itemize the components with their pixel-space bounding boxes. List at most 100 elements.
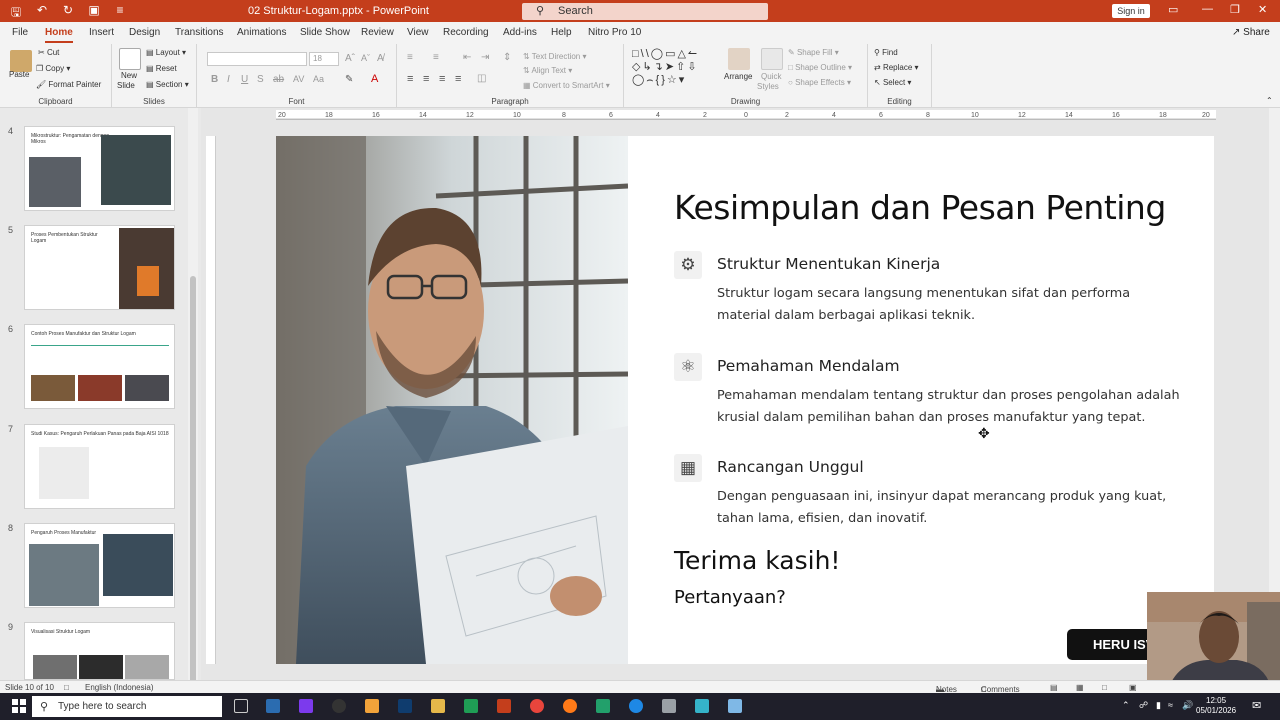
collapse-ribbon-icon[interactable]: ⌃ xyxy=(1266,96,1273,105)
tray-network-icon[interactable]: ☍ xyxy=(1139,700,1148,711)
scrollbar-thumb[interactable] xyxy=(190,276,196,686)
tab-design[interactable]: Design xyxy=(129,27,160,38)
numbering-icon[interactable]: ≡ xyxy=(433,52,439,63)
item-heading[interactable]: Struktur Menentukan Kinerja xyxy=(717,255,940,273)
reading-view-icon[interactable]: □ xyxy=(1102,683,1107,692)
layout-button[interactable]: ▤ Layout ▾ xyxy=(146,48,186,57)
new-slide-label-2[interactable]: Slide xyxy=(117,81,135,90)
firefox-app-icon[interactable] xyxy=(563,699,577,713)
convert-smartart-button[interactable]: ▦ Convert to SmartArt ▾ xyxy=(523,81,610,90)
slide-thumbnail-6[interactable]: Contoh Proses Manufaktur dan Struktur Lo… xyxy=(24,324,175,409)
slide-thumbnail-8[interactable]: Pengaruh Proses Manufaktur xyxy=(24,523,175,608)
accessibility-icon[interactable]: □ xyxy=(64,683,69,692)
tray-volume-icon[interactable]: 🔊 xyxy=(1182,700,1193,711)
tab-insert[interactable]: Insert xyxy=(89,27,114,38)
underline-icon[interactable]: U xyxy=(241,74,248,85)
quick-styles-icon[interactable] xyxy=(761,48,783,70)
tab-review[interactable]: Review xyxy=(361,27,394,38)
shape-outline-button[interactable]: □ Shape Outline ▾ xyxy=(788,63,852,72)
section-button[interactable]: ▤ Section ▾ xyxy=(146,80,189,89)
item-heading[interactable]: Pemahaman Mendalam xyxy=(717,357,900,375)
line-spacing-icon[interactable]: ⇕ xyxy=(503,52,511,63)
copy-button[interactable]: ❐ Copy ▾ xyxy=(36,64,70,73)
char-spacing-icon[interactable]: AV xyxy=(293,74,304,84)
cut-button[interactable]: ✂ Cut xyxy=(38,48,59,57)
justify-icon[interactable]: ≡ xyxy=(455,73,461,85)
tab-transitions[interactable]: Transitions xyxy=(175,27,224,38)
redo-icon[interactable]: ↻ xyxy=(60,3,76,24)
shape-fill-button[interactable]: ✎ Shape Fill ▾ xyxy=(788,48,839,57)
bold-icon[interactable]: B xyxy=(211,74,218,85)
reset-button[interactable]: ▤ Reset xyxy=(146,64,177,73)
slideshow-view-icon[interactable]: ▣ xyxy=(1129,683,1137,692)
paste-icon[interactable] xyxy=(10,50,32,72)
slide-sorter-icon[interactable]: ▦ xyxy=(1076,683,1084,692)
format-painter-button[interactable]: 🖌 Format Painter xyxy=(36,80,101,89)
questions-text[interactable]: Pertanyaan? xyxy=(674,587,786,608)
tab-slide-show[interactable]: Slide Show xyxy=(300,27,350,38)
new-slide-label[interactable]: New xyxy=(121,71,137,80)
text-direction-button[interactable]: ⇅ Text Direction ▾ xyxy=(523,52,587,61)
item-body[interactable]: Pemahaman mendalam tentang struktur dan … xyxy=(717,385,1187,428)
present-icon[interactable]: ▣ xyxy=(86,3,102,24)
item-body[interactable]: Dengan penguasaan ini, insinyur dapat me… xyxy=(717,486,1187,529)
highlight-icon[interactable]: ✎ xyxy=(345,74,353,85)
bullets-icon[interactable]: ≡ xyxy=(407,52,413,63)
slide-thumbnail-5[interactable]: Proses Pembentukan Struktur Logam xyxy=(24,225,175,310)
tab-home[interactable]: Home xyxy=(45,27,73,43)
utility-app-icon[interactable] xyxy=(662,699,676,713)
taskbar-search[interactable]: ⚲ Type here to search xyxy=(32,696,222,717)
recorder-app-icon[interactable] xyxy=(332,699,346,713)
app-icon[interactable] xyxy=(695,699,709,713)
thumbnail-scrollbar[interactable] xyxy=(188,108,198,686)
slide-thumbnail-9[interactable]: Visualisasi Struktur Logam xyxy=(24,622,175,680)
tray-battery-icon[interactable]: ▮ xyxy=(1156,700,1161,711)
align-center-icon[interactable]: ≡ xyxy=(423,73,429,85)
arrange-icon[interactable] xyxy=(728,48,750,70)
font-size-box[interactable]: 18 xyxy=(309,52,339,66)
columns-icon[interactable]: ◫ xyxy=(477,73,486,84)
italic-icon[interactable]: I xyxy=(227,74,230,85)
minimize-icon[interactable]: — xyxy=(1202,3,1213,15)
chrome-app-icon[interactable] xyxy=(530,699,544,713)
tray-wifi-icon[interactable]: ≈ xyxy=(1168,700,1173,710)
quick-styles-label[interactable]: Quick xyxy=(761,72,781,81)
quick-styles-label-2[interactable]: Styles xyxy=(757,82,779,91)
new-slide-icon[interactable] xyxy=(119,48,141,70)
maximize-icon[interactable]: ❐ xyxy=(1230,3,1240,16)
tab-view[interactable]: View xyxy=(407,27,429,38)
green-app-icon[interactable] xyxy=(596,699,610,713)
tab-file[interactable]: File xyxy=(12,27,28,38)
photoshop-app-icon[interactable] xyxy=(398,699,412,713)
search-box[interactable]: ⚲ Search xyxy=(522,3,768,20)
shrink-font-icon[interactable]: Aˇ xyxy=(361,53,370,63)
tab-help[interactable]: Help xyxy=(551,27,572,38)
windows-start-icon[interactable] xyxy=(12,699,26,713)
file-explorer-icon[interactable] xyxy=(431,699,445,713)
save-icon[interactable]: 🖫 xyxy=(8,3,24,24)
illustrator-app-icon[interactable] xyxy=(365,699,379,713)
powerpoint-app-icon[interactable] xyxy=(497,699,511,713)
thank-you-text[interactable]: Terima kasih! xyxy=(674,546,840,575)
ribbon-display-icon[interactable]: ▭ xyxy=(1168,3,1178,16)
notification-icon[interactable]: ✉ xyxy=(1252,699,1261,712)
obsidian-app-icon[interactable] xyxy=(299,699,313,713)
shape-effects-button[interactable]: ○ Shape Effects ▾ xyxy=(788,78,851,87)
font-name-box[interactable] xyxy=(207,52,307,66)
current-slide[interactable]: Kesimpulan dan Pesan Penting ⚙ Struktur … xyxy=(276,136,1214,664)
task-view-icon[interactable] xyxy=(234,699,248,713)
clear-format-icon[interactable]: A̸ xyxy=(377,53,384,64)
language-indicator[interactable]: English (Indonesia) xyxy=(85,683,153,692)
select-button[interactable]: ↖ Select ▾ xyxy=(874,78,911,87)
slide-thumbnail-7[interactable]: Studi Kasus: Pengaruh Perlakuan Panas pa… xyxy=(24,424,175,509)
close-icon[interactable]: ✕ xyxy=(1258,3,1267,16)
change-case-icon[interactable]: Aa xyxy=(313,74,324,84)
taskbar-clock[interactable]: 12:05 05/01/2026 xyxy=(1196,696,1236,716)
calculator-app-icon[interactable] xyxy=(266,699,280,713)
font-color-icon[interactable]: A xyxy=(371,73,378,85)
align-right-icon[interactable]: ≡ xyxy=(439,73,445,85)
slide-thumbnail-4[interactable]: Mikrostruktur: Pengamatan dengan Mikros xyxy=(24,126,175,211)
item-heading[interactable]: Rancangan Unggul xyxy=(717,458,864,476)
paste-button[interactable]: Paste xyxy=(9,70,29,79)
slide-title[interactable]: Kesimpulan dan Pesan Penting xyxy=(674,188,1166,227)
